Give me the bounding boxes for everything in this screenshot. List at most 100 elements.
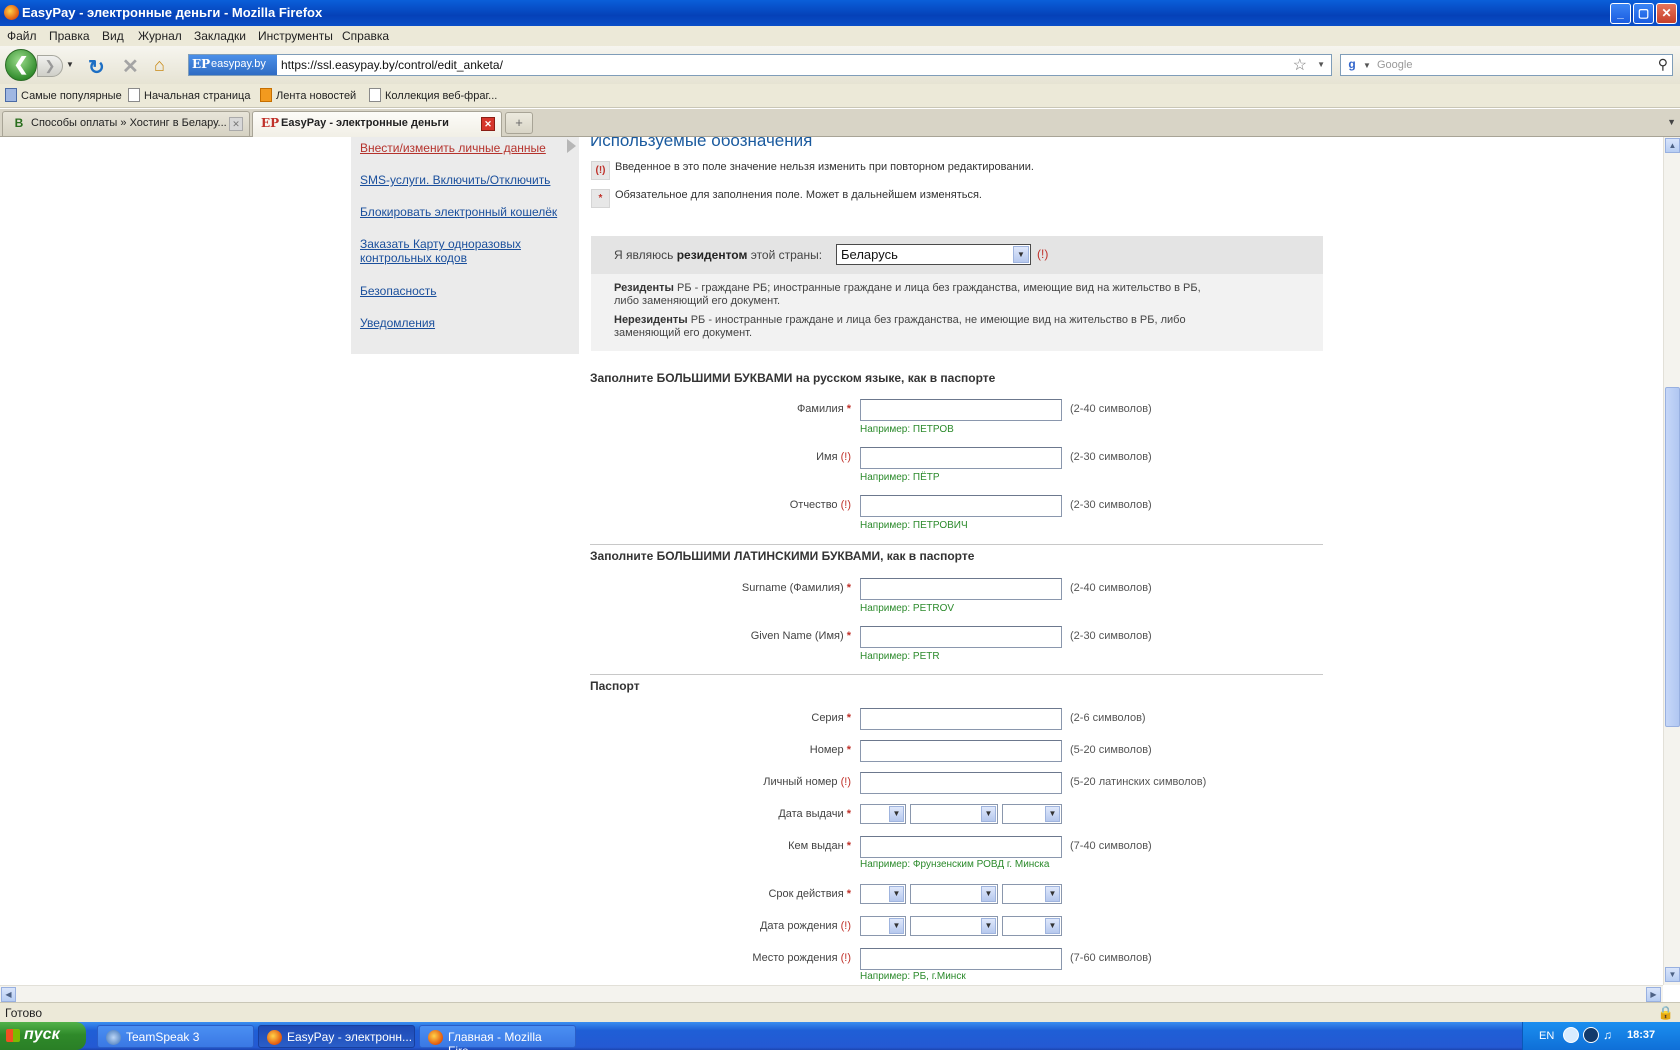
vertical-scroll-thumb[interactable] (1665, 387, 1680, 727)
valid-month-select[interactable]: ▼ (910, 884, 998, 904)
reload-icon[interactable]: ↻ (88, 55, 105, 80)
chevron-down-icon[interactable]: ▼ (1013, 246, 1029, 263)
scroll-up-icon[interactable]: ▲ (1665, 138, 1680, 153)
patronymic-input[interactable] (860, 495, 1062, 517)
resident-label-bold: резидентом (676, 248, 748, 262)
scroll-down-icon[interactable]: ▼ (1665, 967, 1680, 982)
task-teamspeak[interactable]: TeamSpeak 3 (97, 1025, 254, 1048)
stop-icon[interactable]: ✕ (122, 54, 139, 79)
birth-month-select[interactable]: ▼ (910, 916, 998, 936)
network-icon[interactable] (1563, 1027, 1579, 1043)
bookmark-web-slices[interactable]: Коллекция веб-фраг... (369, 88, 497, 102)
close-tab-icon[interactable]: ✕ (481, 117, 495, 131)
close-tab-icon[interactable]: ✕ (229, 117, 243, 131)
close-window-button[interactable]: ✕ (1656, 3, 1677, 24)
url-text[interactable]: https://ssl.easypay.by/control/edit_anke… (281, 58, 503, 72)
minimize-button[interactable]: _ (1610, 3, 1631, 24)
issued-by-input[interactable] (860, 836, 1062, 858)
name-example: Например: ПЁТР (860, 472, 940, 483)
menu-tools[interactable]: Инструменты (258, 29, 333, 43)
maximize-button[interactable]: ▢ (1633, 3, 1654, 24)
horizontal-scrollbar[interactable]: ◀ ▶ (0, 985, 1663, 1002)
country-select[interactable]: Беларусь ▼ (836, 244, 1031, 265)
scroll-right-icon[interactable]: ▶ (1646, 987, 1661, 1002)
search-magnifier-icon[interactable]: ⚲ (1658, 56, 1668, 73)
menu-file[interactable]: Файл (7, 29, 37, 43)
url-dropdown-icon[interactable]: ▼ (1317, 60, 1325, 69)
chevron-down-icon[interactable]: ▼ (889, 886, 904, 902)
scroll-left-icon[interactable]: ◀ (1, 987, 16, 1002)
sidebar-item-notifications[interactable]: Уведомления (360, 316, 575, 330)
birth-place-input[interactable] (860, 948, 1062, 970)
tab-list-icon[interactable]: ▼ (1667, 117, 1676, 127)
number-input[interactable] (860, 740, 1062, 762)
site-identity-badge[interactable]: EP easypay.by (189, 55, 277, 75)
bookmark-label: Самые популярные (21, 90, 122, 102)
given-lat-input[interactable] (860, 626, 1062, 648)
history-dropdown-icon[interactable]: ▼ (66, 60, 74, 69)
url-bar[interactable]: EP easypay.by https://ssl.easypay.by/con… (188, 54, 1332, 76)
language-indicator[interactable]: EN (1539, 1030, 1554, 1042)
fixed-mark: (!) (840, 776, 851, 788)
required-mark: * (846, 840, 851, 852)
issue-year-select[interactable]: ▼ (1002, 804, 1062, 824)
most-visited-icon (5, 88, 17, 102)
series-input[interactable] (860, 708, 1062, 730)
chevron-down-icon[interactable]: ▼ (981, 806, 996, 822)
sidebar-item-sms[interactable]: SMS-услуги. Включить/Отключить (360, 173, 575, 187)
chevron-down-icon[interactable]: ▼ (889, 806, 904, 822)
chevron-down-icon[interactable]: ▼ (1045, 918, 1060, 934)
valid-day-select[interactable]: ▼ (860, 884, 906, 904)
birth-place-hint: (7-60 символов) (1070, 952, 1152, 964)
chevron-down-icon[interactable]: ▼ (981, 886, 996, 902)
name-input[interactable] (860, 447, 1062, 469)
start-label: пуск (24, 1026, 60, 1043)
forward-button[interactable]: ❯ (37, 55, 63, 77)
back-button[interactable]: ❮ (5, 49, 37, 81)
google-icon[interactable]: g (1344, 57, 1360, 73)
task-firefox-main[interactable]: Главная - Mozilla Fire... (419, 1025, 576, 1058)
valid-year-select[interactable]: ▼ (1002, 884, 1062, 904)
menu-help[interactable]: Справка (342, 29, 389, 43)
tab-hosting[interactable]: B Способы оплаты » Хостинг в Белару... ✕ (2, 111, 250, 136)
menu-view[interactable]: Вид (102, 29, 124, 43)
sidebar-item-personal-data[interactable]: Внести/изменить личные данные (360, 141, 575, 155)
bookmark-home-page[interactable]: Начальная страница (128, 88, 250, 102)
field-label-text: Личный номер (763, 776, 838, 788)
new-tab-button[interactable]: + (505, 112, 533, 134)
issue-day-select[interactable]: ▼ (860, 804, 906, 824)
birth-day-select[interactable]: ▼ (860, 916, 906, 936)
menu-history[interactable]: Журнал (138, 29, 182, 43)
sidebar-item-security[interactable]: Безопасность (360, 284, 575, 298)
issue-month-select[interactable]: ▼ (910, 804, 998, 824)
search-engine-dropdown-icon[interactable]: ▼ (1363, 61, 1371, 70)
tray-app-icon[interactable] (1583, 1027, 1599, 1043)
personal-number-input[interactable] (860, 772, 1062, 794)
vertical-scrollbar[interactable]: ▲ ▼ (1663, 137, 1680, 985)
birth-year-select[interactable]: ▼ (1002, 916, 1062, 936)
menu-bookmarks[interactable]: Закладки (194, 29, 246, 43)
status-bar: Готово 🔒 (0, 1002, 1680, 1022)
volume-icon[interactable]: ♫ (1603, 1028, 1612, 1042)
bookmark-news-feed[interactable]: Лента новостей (260, 88, 356, 102)
chevron-down-icon[interactable]: ▼ (889, 918, 904, 934)
bookmark-most-visited[interactable]: Самые популярные (5, 88, 122, 102)
tab-favicon: EP (261, 116, 280, 130)
sidebar-item-codes-card[interactable]: Заказать Карту одноразовых контрольных к… (360, 237, 540, 265)
menu-edit[interactable]: Правка (49, 29, 90, 43)
surname-lat-input[interactable] (860, 578, 1062, 600)
chevron-down-icon[interactable]: ▼ (981, 918, 996, 934)
chevron-down-icon[interactable]: ▼ (1045, 886, 1060, 902)
lock-icon[interactable]: 🔒 (1658, 1005, 1674, 1021)
task-easypay[interactable]: EasyPay - электронн... (258, 1025, 415, 1048)
chevron-down-icon[interactable]: ▼ (1045, 806, 1060, 822)
start-button[interactable]: пуск (0, 1022, 86, 1050)
home-icon[interactable]: ⌂ (154, 55, 165, 76)
series-label: Серия * (589, 712, 851, 724)
tab-easypay[interactable]: EP EasyPay - электронные деньги ✕ (252, 111, 502, 137)
search-box[interactable]: g ▼ Google ⚲ (1340, 54, 1673, 76)
sidebar-item-block-wallet[interactable]: Блокировать электронный кошелёк (360, 205, 575, 219)
bookmark-star-icon[interactable]: ☆ (1293, 55, 1307, 75)
surname-input[interactable] (860, 399, 1062, 421)
search-input[interactable]: Google (1377, 59, 1412, 71)
